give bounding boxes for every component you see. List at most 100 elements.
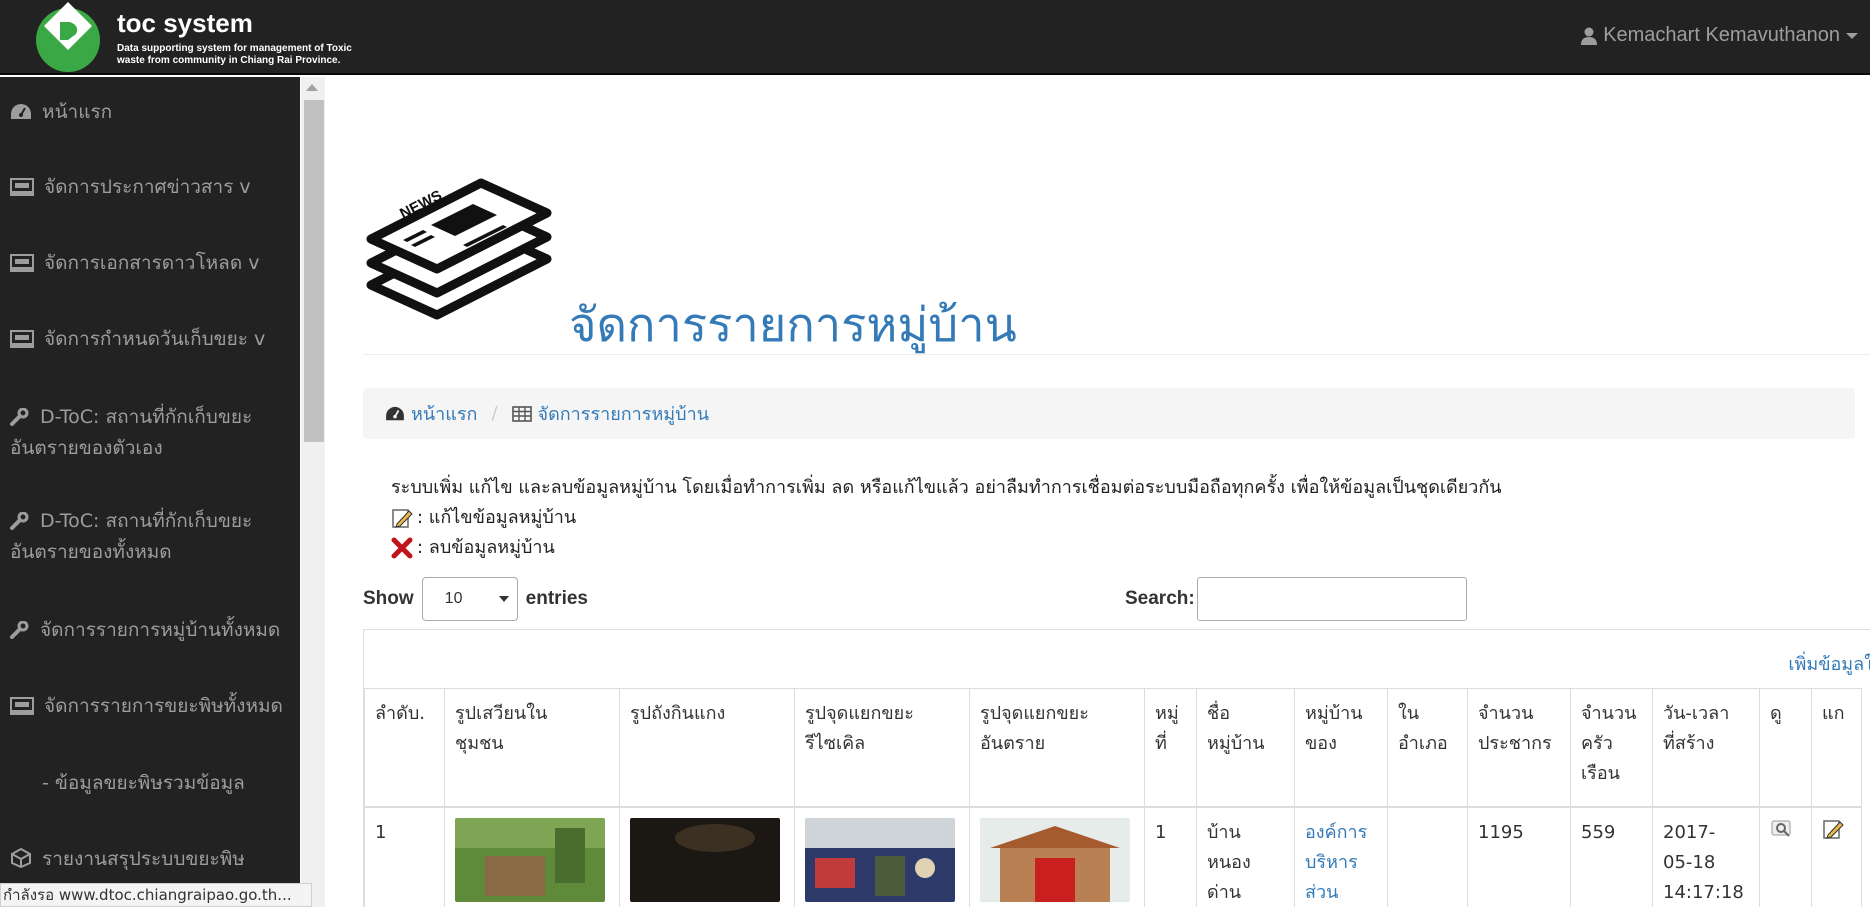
sidebar-item-news[interactable]: จัดการประกาศข่าวสาร v <box>10 172 290 203</box>
search-control: Search: <box>1125 577 1467 621</box>
legend-edit-label: : แก้ไขข้อมูลหมู่บ้าน <box>417 507 577 528</box>
seo-monitor-icon <box>10 178 34 196</box>
intro-text: ระบบเพิ่ม แก้ไข และลบข้อมูลหมู่บ้าน โดยเ… <box>391 477 1502 498</box>
table-icon <box>511 405 532 422</box>
column-header-village-of[interactable]: หมู่บ้าน ของ <box>1294 688 1388 808</box>
cell-households: 559 <box>1570 806 1653 907</box>
search-label: Search: <box>1125 588 1195 609</box>
column-header-households[interactable]: จำนวน ครัว เรือน <box>1570 688 1653 808</box>
column-header-community-stove-photo[interactable]: รูปเสวียนใน ชุมชน <box>444 688 620 808</box>
seo-monitor-icon <box>10 254 34 272</box>
view-magnifier-icon[interactable] <box>1770 818 1794 840</box>
show-label: Show <box>363 588 414 609</box>
sidebar-item-dtoc-own[interactable]: D-ToC: สถานที่กักเก็บขยะ อันตรายของตัวเอ… <box>10 402 290 464</box>
breadcrumb-home[interactable]: หน้าแรก <box>385 399 477 428</box>
column-header-hazard-point-photo[interactable]: รูปจุดแยกขยะ อันตราย <box>969 688 1145 808</box>
cell-village-of[interactable]: องค์การ บริหาร ส่วน <box>1294 806 1388 907</box>
column-header-population[interactable]: จำนวน ประชากร <box>1467 688 1571 808</box>
table-header-row: ลำดับ. รูปเสวียนใน ชุมชน รูปถังกินแกง รูป… <box>364 688 1862 808</box>
food-bin-photo[interactable] <box>630 817 780 902</box>
entries-select[interactable]: 10 <box>421 577 518 621</box>
user-menu[interactable]: Kemachart Kemavuthanon <box>1581 24 1858 47</box>
page-title: จัดการรายการหมู่บ้าน <box>569 298 1017 353</box>
breadcrumb: หน้าแรก / จัดการรายการหมู่บ้าน <box>363 388 1855 439</box>
cell-created: 2017- 05-18 14:17:18 <box>1652 806 1760 907</box>
breadcrumb-current-label: จัดการรายการหมู่บ้าน <box>537 404 710 425</box>
cell-community-stove-photo <box>444 806 620 907</box>
sidebar-scroll-thumb[interactable] <box>304 100 324 442</box>
breadcrumb-home-label: หน้าแรก <box>411 404 478 425</box>
sidebar-item-label: จัดการประกาศข่าวสาร v <box>44 176 251 198</box>
sidebar-item-label-line2: อันตรายของตัวเอง <box>10 437 163 459</box>
edit-pencil-icon <box>392 509 413 528</box>
sidebar-item-label: D-ToC: สถานที่กักเก็บขยะ <box>40 510 253 532</box>
hazard-point-photo[interactable] <box>980 817 1130 902</box>
wrench-icon <box>10 408 29 426</box>
newspaper-icon: NEWS <box>366 178 552 320</box>
column-header-moo[interactable]: หมู่ ที่ <box>1144 688 1197 808</box>
legend-delete: : ลบข้อมูลหมู่บ้าน <box>391 533 1502 563</box>
sidebar-item-toxic-summary-data[interactable]: - ข้อมูลขยะพิษรวมข้อมูล <box>42 768 300 799</box>
cell-no: 1 <box>364 806 445 907</box>
scroll-up-arrow-icon[interactable] <box>306 84 318 91</box>
wrench-icon <box>10 621 29 639</box>
cell-view <box>1759 806 1812 907</box>
sidebar-item-home[interactable]: หน้าแรก <box>10 97 290 128</box>
seo-monitor-icon <box>10 330 34 348</box>
sidebar-item-label-line2: อันตรายของทั้งหมด <box>10 541 172 563</box>
breadcrumb-current[interactable]: จัดการรายการหมู่บ้าน <box>511 399 710 428</box>
brand-subtitle: Data supporting system for management of… <box>117 43 352 66</box>
sidebar-item-all-toxic-waste[interactable]: จัดการรายการขยะพิษทั้งหมด <box>10 691 290 722</box>
search-input[interactable] <box>1196 577 1467 621</box>
legend-edit: : แก้ไขข้อมูลหมู่บ้าน <box>391 503 1502 533</box>
add-village-link[interactable]: เพิ่มข้อมูลใ <box>1788 649 1870 678</box>
browser-status-bar: กำลังรอ www.dtoc.chiangraipao.go.th... <box>0 883 312 907</box>
sidebar-item-label: - ข้อมูลขยะพิษรวมข้อมูล <box>42 772 245 794</box>
chevron-down-icon <box>498 596 509 602</box>
sidebar-item-all-villages[interactable]: จัดการรายการหมู่บ้านทั้งหมด <box>10 615 290 646</box>
sidebar-item-report[interactable]: รายงานสรุประบบขยะพิษ <box>10 844 290 875</box>
cell-hazard-point-photo <box>969 806 1145 907</box>
column-header-no[interactable]: ลำดับ. <box>364 688 445 808</box>
column-header-view[interactable]: ดู <box>1759 688 1812 808</box>
sidebar-item-label: จัดการรายการขยะพิษทั้งหมด <box>44 695 283 717</box>
entries-label: entries <box>525 588 588 609</box>
column-header-created[interactable]: วัน-เวลา ที่สร้าง <box>1652 688 1760 808</box>
sidebar-item-label: จัดการเอกสารดาวโหลด v <box>44 252 260 274</box>
sidebar: หน้าแรก จัดการประกาศข่าวสาร v จัดการเอกส… <box>0 77 300 907</box>
entries-select-value: 10 <box>444 590 463 607</box>
dtoc-logo-icon[interactable] <box>30 0 106 75</box>
villages-table-panel: เพิ่มข้อมูลใ ลำดับ. รูปเสวียนใน ชุมชน รูป… <box>363 629 1870 907</box>
column-header-village-name[interactable]: ชื่อ หมู่บ้าน <box>1196 688 1295 808</box>
sidebar-item-documents[interactable]: จัดการเอกสารดาวโหลด v <box>10 248 290 279</box>
column-header-edit[interactable]: แก <box>1811 688 1862 808</box>
sidebar-item-collection-schedule[interactable]: จัดการกำหนดวันเก็บขยะ v <box>10 324 290 355</box>
cell-village-name: บ้าน หนอง ด่าน <box>1196 806 1295 907</box>
column-header-amphoe[interactable]: ใน อำเภอ <box>1387 688 1468 808</box>
cell-recycle-point-photo <box>794 806 970 907</box>
brand-title[interactable]: toc system <box>117 8 253 39</box>
cell-edit <box>1811 806 1862 907</box>
delete-x-icon <box>391 537 413 559</box>
sidebar-item-label: รายงานสรุประบบขยะพิษ <box>42 848 245 870</box>
recycle-point-photo[interactable] <box>805 817 955 902</box>
sidebar-item-dtoc-all[interactable]: D-ToC: สถานที่กักเก็บขยะ อันตรายของทั้งห… <box>10 506 290 568</box>
wrench-icon <box>10 512 29 530</box>
breadcrumb-separator: / <box>491 403 498 424</box>
column-header-food-bin-photo[interactable]: รูปถังกินแกง <box>619 688 795 808</box>
user-name: Kemachart Kemavuthanon <box>1603 24 1840 46</box>
edit-pencil-icon[interactable] <box>1822 818 1844 840</box>
cell-moo: 1 <box>1144 806 1197 907</box>
villages-table: ลำดับ. รูปเสวียนใน ชุมชน รูปถังกินแกง รูป… <box>364 688 1862 907</box>
cell-amphoe <box>1387 806 1468 907</box>
table-row: 1 1 บ้าน หนอง ด่าน องค์การ บริหาร ส่วน 1… <box>364 806 1862 907</box>
column-header-recycle-point-photo[interactable]: รูปจุดแยกขยะ รีไซเคิล <box>794 688 970 808</box>
sidebar-item-label: จัดการรายการหมู่บ้านทั้งหมด <box>40 619 281 641</box>
boxes-icon <box>11 848 31 868</box>
community-stove-photo[interactable] <box>455 817 605 902</box>
legend-delete-label: : ลบข้อมูลหมู่บ้าน <box>417 537 555 558</box>
sidebar-item-label: หน้าแรก <box>42 101 113 123</box>
dashboard-icon <box>11 104 31 119</box>
top-navbar: toc system Data supporting system for ma… <box>0 0 1870 75</box>
intro-block: ระบบเพิ่ม แก้ไข และลบข้อมูลหมู่บ้าน โดยเ… <box>391 473 1502 563</box>
